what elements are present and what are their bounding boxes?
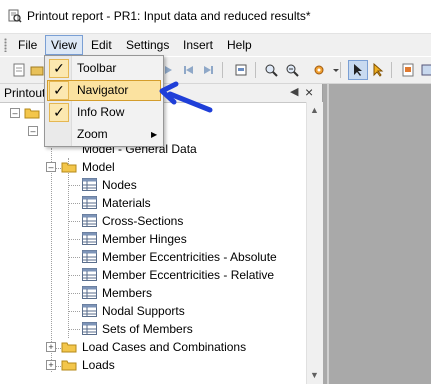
vertical-scrollbar[interactable]: ▲ ▼ [306, 102, 323, 384]
edit-page-icon[interactable] [399, 61, 417, 79]
folder-icon [61, 358, 77, 376]
tree-item-label: Nodes [102, 178, 137, 192]
view-menu-dropdown: ✓ Toolbar ✓ Navigator ✓ Info Row Zoom ▶ [44, 55, 164, 147]
tree-item[interactable]: Materials [0, 194, 306, 212]
checkmark-icon: ✓ [49, 59, 69, 78]
expand-icon[interactable]: + [46, 360, 56, 370]
settings-gear-icon[interactable] [310, 61, 328, 79]
menu-item-label: Navigator [77, 83, 129, 97]
dropdown-arrow-icon[interactable] [327, 61, 345, 79]
close-icon[interactable]: × [305, 84, 313, 100]
menu-file[interactable]: File [13, 37, 42, 53]
toolbar-separator [340, 62, 341, 78]
zoom-in-icon[interactable] [262, 61, 280, 79]
expand-icon[interactable]: + [46, 342, 56, 352]
toolbar-separator [391, 62, 392, 78]
menu-item-label: Toolbar [77, 61, 117, 75]
pan-tool-icon[interactable] [369, 61, 387, 79]
printout-report-icon [8, 9, 22, 26]
tree-item[interactable]: Member Eccentricities - Absolute [0, 248, 306, 266]
tree-item[interactable]: Sets of Members [0, 320, 306, 338]
scroll-down-icon[interactable]: ▼ [310, 370, 319, 380]
select-tool-icon[interactable] [348, 60, 368, 80]
menu-view[interactable]: View [45, 35, 83, 55]
tree-item-label: Loads [82, 358, 115, 372]
menu-item-navigator[interactable]: ✓ Navigator [47, 80, 161, 101]
tree-item[interactable]: Nodes [0, 176, 306, 194]
first-page-icon[interactable] [180, 61, 198, 79]
tree-item-label: Members [102, 286, 153, 300]
toolbar-separator [255, 62, 256, 78]
export-icon[interactable] [418, 61, 431, 79]
new-report-icon[interactable] [10, 61, 28, 79]
tree-item[interactable]: Members [0, 284, 306, 302]
tree-folder-loads[interactable]: + Loads [0, 356, 306, 374]
tree-item-label: Sets of Members [102, 322, 193, 336]
tree-folder-load-cases[interactable]: + Load Cases and Combinations [0, 338, 306, 356]
tree-item-label: Member Hinges [102, 232, 187, 246]
window-title: Printout report - PR1: Input data and re… [27, 9, 311, 23]
last-page-icon[interactable] [199, 61, 217, 79]
scroll-up-icon[interactable]: ▲ [310, 105, 319, 115]
menu-edit[interactable]: Edit [86, 37, 117, 53]
tree-item-label: Member Eccentricities - Relative [102, 268, 275, 282]
checkmark-icon: ✓ [49, 81, 69, 100]
tree-item-label: Model [82, 160, 115, 174]
tree-item[interactable]: Nodal Supports [0, 302, 306, 320]
menu-insert[interactable]: Insert [178, 37, 218, 53]
menu-bar: File View Edit Settings Insert Help [0, 34, 431, 56]
collapse-icon[interactable]: – [10, 108, 20, 118]
collapse-icon[interactable]: – [46, 162, 56, 172]
preview-workspace[interactable] [323, 84, 431, 384]
tree-item-label: Cross-Sections [102, 214, 184, 228]
submenu-arrow-icon: ▶ [151, 130, 158, 139]
tree-item[interactable]: Member Hinges [0, 230, 306, 248]
workspace-splitter[interactable] [327, 84, 329, 384]
tree-folder-model[interactable]: – Model [0, 158, 306, 176]
tree-item-label: Load Cases and Combinations [82, 340, 247, 354]
menu-item-info-row[interactable]: ✓ Info Row [47, 102, 161, 123]
zoom-out-icon[interactable] [283, 61, 301, 79]
print-preview-icon[interactable] [232, 61, 250, 79]
checkmark-icon: ✓ [49, 103, 69, 122]
menu-item-toolbar[interactable]: ✓ Toolbar [47, 58, 161, 79]
menu-item-label: Info Row [77, 105, 125, 119]
tree-item-label: Materials [102, 196, 151, 210]
menubar-grip[interactable] [4, 38, 7, 52]
menu-item-label: Zoom [77, 127, 108, 141]
tree-item[interactable]: Cross-Sections [0, 212, 306, 230]
callout-arrow-icon [159, 81, 213, 113]
collapse-icon[interactable]: – [28, 126, 38, 136]
menu-help[interactable]: Help [222, 37, 257, 53]
tree-item-label: Nodal Supports [102, 304, 185, 318]
navigator-title: Printout [4, 86, 46, 100]
tree-item-label: Member Eccentricities - Absolute [102, 250, 277, 264]
pin-icon[interactable]: ◀ [290, 85, 298, 98]
menu-settings[interactable]: Settings [121, 37, 174, 53]
title-bar: Printout report - PR1: Input data and re… [0, 0, 431, 34]
tree-item[interactable]: Member Eccentricities - Relative [0, 266, 306, 284]
menu-item-zoom[interactable]: Zoom ▶ [47, 124, 161, 145]
toolbar-separator [222, 62, 223, 78]
